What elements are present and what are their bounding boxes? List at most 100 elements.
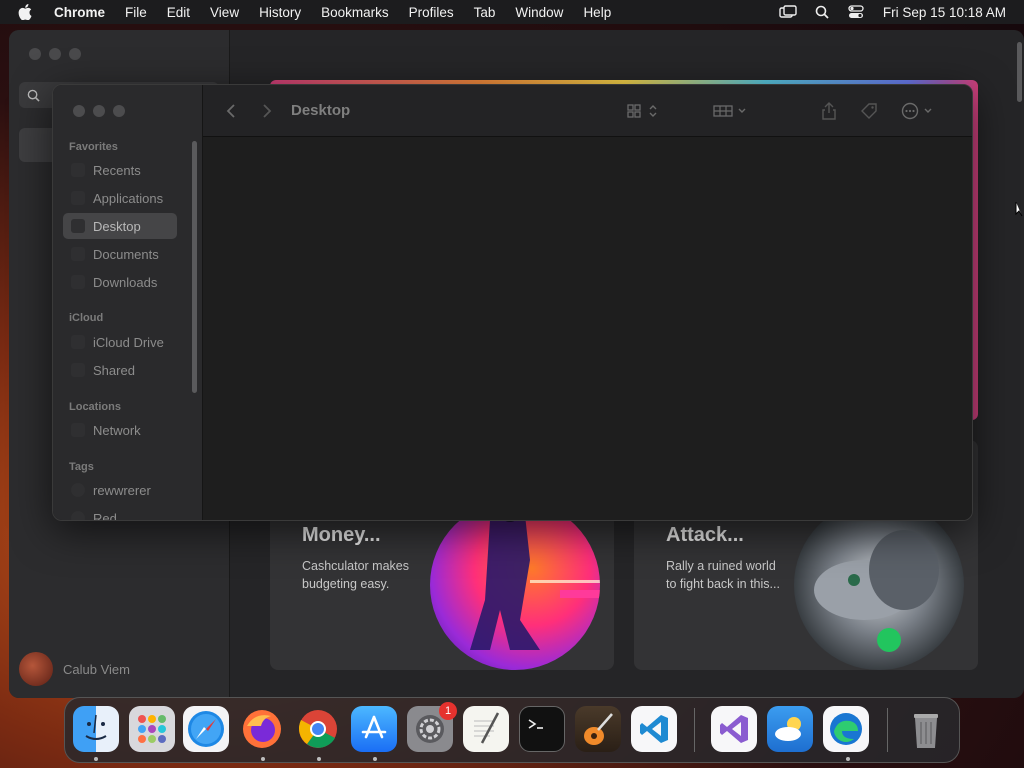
running-indicator — [94, 757, 98, 761]
menu-app-name[interactable]: Chrome — [54, 5, 105, 20]
sidebar-item-desktop[interactable]: Desktop — [63, 213, 177, 239]
zoom-button[interactable] — [113, 105, 125, 117]
cloud-icon — [71, 335, 85, 349]
tag-icon — [861, 103, 877, 119]
tag-color-icon — [71, 511, 85, 520]
dock-textedit[interactable] — [463, 706, 509, 752]
textedit-pen-icon — [474, 712, 500, 744]
tag-color-icon — [71, 483, 85, 497]
avatar — [19, 652, 53, 686]
dock-firefox[interactable] — [239, 706, 285, 752]
dock-trash[interactable] — [903, 706, 949, 752]
minimize-button[interactable] — [49, 48, 61, 60]
chrome-icon — [298, 710, 337, 748]
app-store-icon — [361, 715, 387, 739]
menu-view[interactable]: View — [210, 5, 239, 20]
menu-bookmarks[interactable]: Bookmarks — [321, 5, 389, 20]
sidebar-item-shared[interactable]: Shared — [63, 357, 177, 383]
applications-icon — [71, 191, 85, 205]
user-name: Calub Viem — [63, 661, 130, 677]
sidebar-item-tag-red[interactable]: Red — [63, 505, 177, 521]
desktop-icon — [71, 219, 85, 233]
card-title: Attack... — [666, 524, 744, 546]
sidebar-item-downloads[interactable]: Downloads — [63, 269, 177, 295]
zoom-button[interactable] — [69, 48, 81, 60]
sidebar-item-label: Red — [93, 510, 117, 521]
dock-separator — [887, 708, 888, 752]
menu-history[interactable]: History — [259, 5, 301, 20]
card-artwork — [794, 500, 964, 670]
finder-icon — [85, 714, 107, 740]
tag-button[interactable] — [859, 101, 879, 121]
sidebar-item-icloud-drive[interactable]: iCloud Drive — [63, 329, 177, 355]
screen-mirroring-icon[interactable] — [779, 4, 797, 20]
back-button[interactable] — [223, 101, 239, 121]
control-center-icon[interactable] — [847, 4, 865, 20]
sidebar-scrollbar[interactable] — [192, 141, 197, 393]
dock-visual-studio[interactable] — [711, 706, 757, 752]
window-title: Desktop — [291, 102, 351, 119]
apple-menu-icon[interactable] — [18, 4, 34, 20]
running-indicator — [373, 757, 377, 761]
section-tags: Tags — [69, 461, 94, 473]
menu-tab[interactable]: Tab — [474, 5, 496, 20]
spotlight-search-icon[interactable] — [813, 4, 831, 20]
menu-file[interactable]: File — [125, 5, 147, 20]
window-controls — [73, 105, 133, 117]
more-actions-button[interactable] — [899, 101, 939, 121]
finder-sidebar: Favorites Recents Applications Desktop D… — [53, 85, 203, 521]
trash-icon — [914, 714, 938, 748]
sidebar-item-label: Applications — [93, 190, 164, 206]
sidebar-item-applications[interactable]: Applications — [63, 185, 177, 211]
chevron-left-icon — [226, 104, 235, 118]
dock-terminal[interactable] — [519, 706, 565, 752]
dock-edge[interactable] — [823, 706, 869, 752]
finder-content-area[interactable] — [203, 137, 972, 520]
view-mode-button[interactable] — [623, 101, 663, 121]
sidebar-item-tag-rewwrerer[interactable]: rewwrerer — [63, 477, 177, 503]
window-controls — [29, 48, 89, 60]
menu-clock[interactable]: Fri Sep 15 10:18 AM — [883, 5, 1006, 20]
section-icloud: iCloud — [69, 312, 104, 324]
dock-safari[interactable] — [183, 706, 229, 752]
minimize-button[interactable] — [93, 105, 105, 117]
running-indicator — [261, 757, 265, 761]
close-button[interactable] — [29, 48, 41, 60]
card-description: Cashculator makes budgeting easy. — [302, 559, 409, 591]
dock-finder[interactable] — [73, 706, 119, 752]
sidebar-item-recents[interactable]: Recents — [63, 157, 177, 183]
dock-weather[interactable] — [767, 706, 813, 752]
ellipsis-circle-icon — [901, 102, 932, 120]
menu-bar: Chrome File Edit View History Bookmarks … — [0, 0, 1024, 24]
menu-profiles[interactable]: Profiles — [409, 5, 454, 20]
sidebar-item-label: Desktop — [93, 218, 141, 234]
dock-chrome[interactable] — [295, 706, 341, 752]
dock-separator — [694, 708, 695, 752]
window-scrollbar[interactable] — [1017, 42, 1022, 102]
sidebar-item-network[interactable]: Network — [63, 417, 177, 443]
sidebar-item-documents[interactable]: Documents — [63, 241, 177, 267]
section-locations: Locations — [69, 401, 121, 413]
dock-garageband[interactable] — [575, 706, 621, 752]
group-button[interactable] — [711, 101, 751, 121]
firefox-icon — [243, 710, 281, 748]
finder-window: Favorites Recents Applications Desktop D… — [52, 84, 973, 521]
group-grid-icon — [713, 105, 746, 117]
dock-system-settings[interactable]: 1 — [407, 702, 457, 752]
menu-help[interactable]: Help — [583, 5, 611, 20]
dock-vscode[interactable] — [631, 706, 677, 752]
sidebar-item-label: rewwrerer — [93, 482, 151, 498]
forward-button[interactable] — [259, 101, 275, 121]
user-account[interactable]: Calub Viem — [19, 652, 130, 686]
network-icon — [71, 423, 85, 437]
menu-window[interactable]: Window — [515, 5, 563, 20]
share-icon — [822, 102, 836, 120]
card-artwork — [430, 500, 600, 670]
share-button[interactable] — [819, 101, 839, 121]
close-button[interactable] — [73, 105, 85, 117]
dock-launchpad[interactable] — [129, 706, 175, 752]
launchpad-grid-icon — [138, 715, 166, 743]
dock-app-store[interactable] — [351, 706, 397, 752]
resize-cursor-icon — [1015, 201, 1024, 222]
menu-edit[interactable]: Edit — [167, 5, 190, 20]
